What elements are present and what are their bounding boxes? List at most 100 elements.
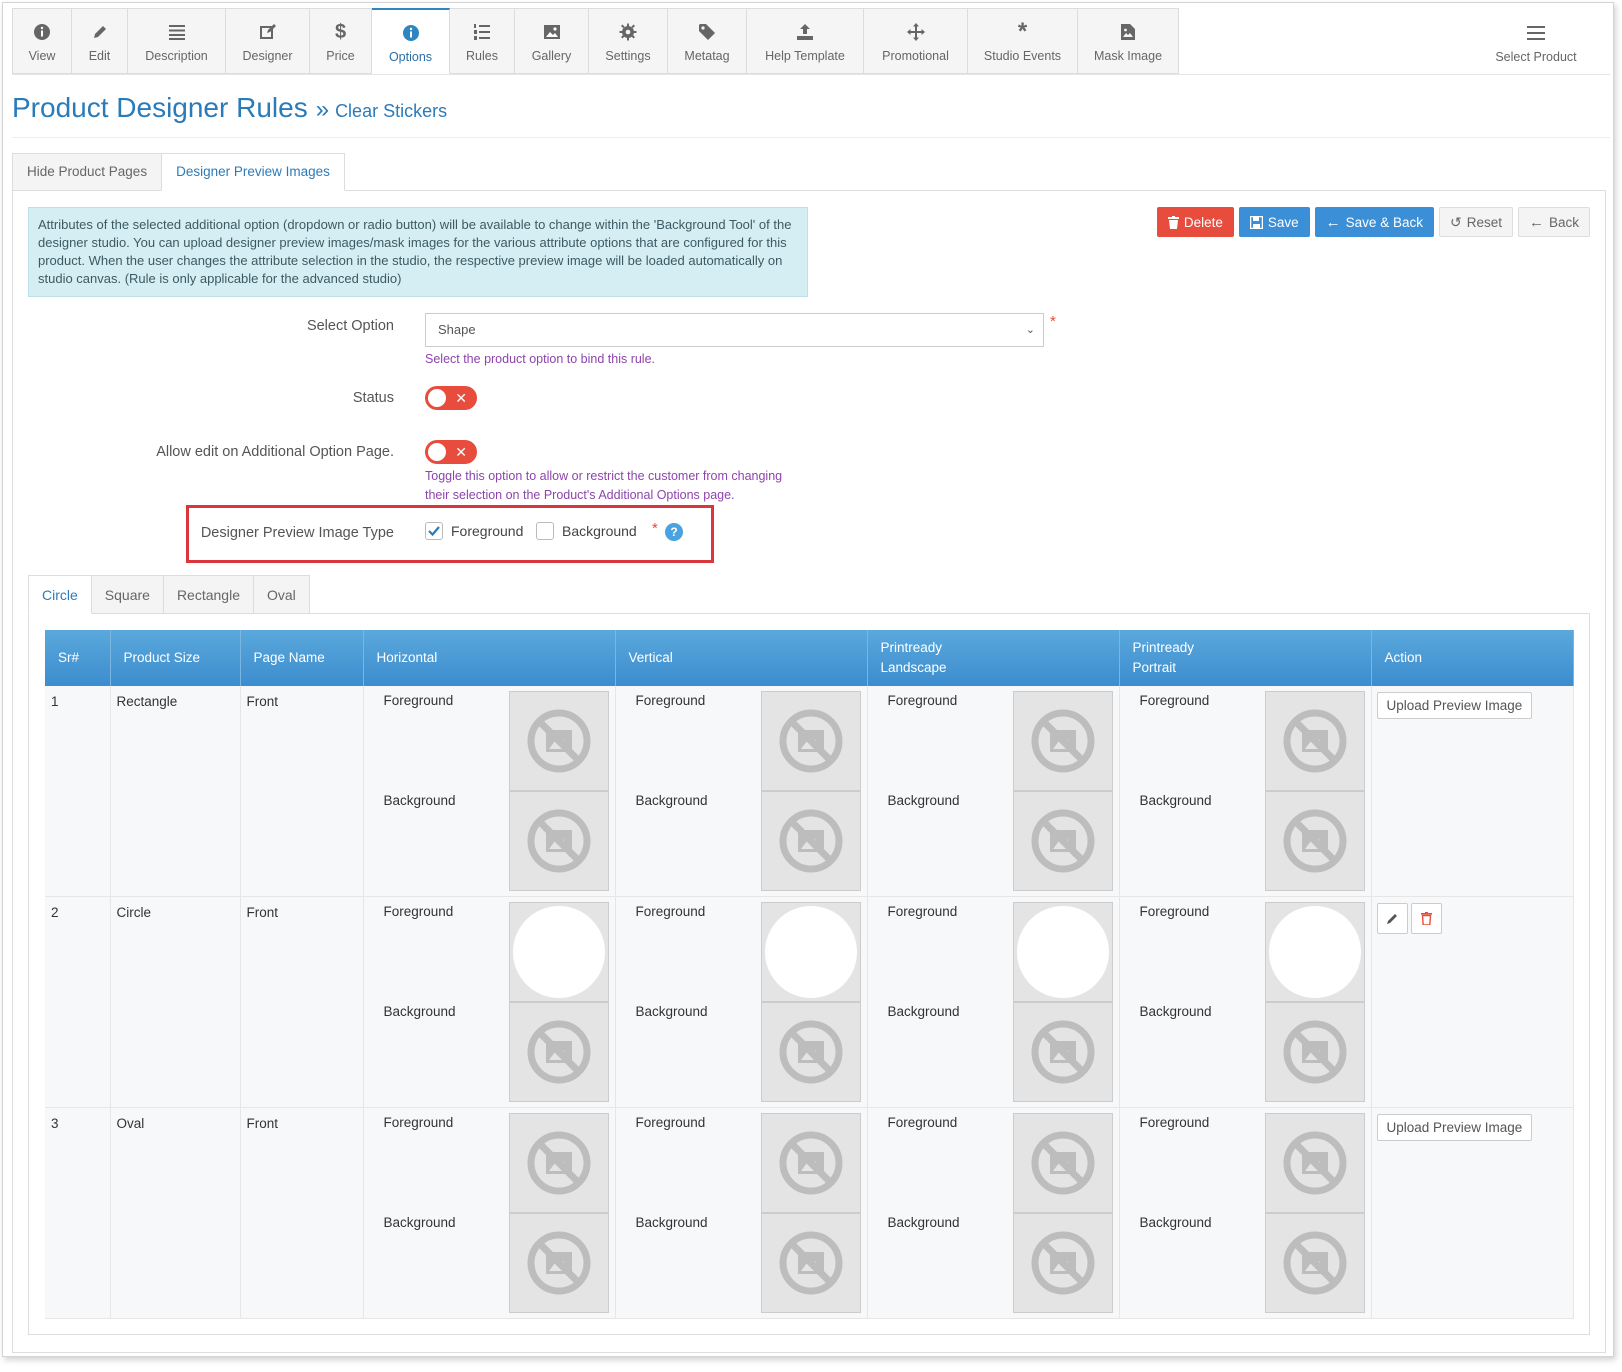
save-button[interactable]: Save (1238, 207, 1310, 237)
toolbar-edit-button[interactable]: Edit (72, 8, 128, 74)
foreground-checkbox[interactable] (425, 522, 443, 540)
tab-oval[interactable]: Oval (252, 575, 310, 614)
info-alert: Attributes of the selected additional op… (28, 207, 808, 297)
foreground-label: Foreground (1139, 1115, 1210, 1130)
toolbar-view-button[interactable]: View (12, 8, 72, 74)
tab-hide-product-pages[interactable]: Hide Product Pages (12, 153, 163, 191)
image-icon (543, 21, 561, 43)
edit-row-button[interactable] (1376, 903, 1408, 934)
no-image-icon (527, 1131, 590, 1195)
checkmark-icon (428, 526, 440, 537)
allow-edit-help: Toggle this option to allow or restrict … (425, 467, 782, 505)
title-separator: » (315, 96, 330, 123)
back-button[interactable]: ← Back (1517, 207, 1590, 237)
toggle-knob (428, 389, 446, 407)
background-placeholder-image[interactable] (760, 791, 861, 891)
toolbar-gallery-button[interactable]: Gallery (515, 8, 589, 74)
allow-edit-toggle[interactable]: ✕ (425, 440, 477, 464)
no-image-icon (1031, 1131, 1094, 1195)
preview-type-label: Designer Preview Image Type (200, 525, 394, 541)
background-label: Background (635, 1004, 708, 1019)
table-row: 1 Rectangle Front Foreground Background Fo… (45, 686, 1574, 897)
toolbar-price-button[interactable]: $ Price (310, 8, 372, 74)
toolbar-label: Options (388, 50, 433, 64)
cell-images: Foreground Background (363, 1107, 616, 1319)
cell-images: Foreground Background (615, 1107, 868, 1319)
toolbar-rules-button[interactable]: Rules (450, 8, 515, 74)
background-placeholder-image[interactable] (1264, 791, 1365, 891)
no-image-icon (527, 809, 590, 873)
toolbar-settings-button[interactable]: Settings (589, 8, 668, 74)
background-label: Background (887, 1004, 960, 1019)
tab-square[interactable]: Square (90, 575, 164, 614)
table-row: 2 Circle Front Foreground Background Foreg… (45, 896, 1574, 1108)
cell-product-size: Rectangle (110, 686, 241, 897)
foreground-label: Foreground (887, 904, 958, 919)
foreground-placeholder-image[interactable] (1264, 691, 1365, 791)
foreground-preview-image[interactable] (1012, 902, 1113, 1002)
toolbar-description-button[interactable]: Description (128, 8, 226, 74)
foreground-placeholder-image[interactable] (760, 691, 861, 791)
foreground-preview-image[interactable] (508, 902, 609, 1002)
cell-page-name: Front (240, 686, 364, 897)
required-mark: * (1050, 313, 1056, 330)
background-placeholder-image[interactable] (1012, 1213, 1113, 1313)
foreground-placeholder-image[interactable] (1012, 691, 1113, 791)
select-option-value: Shape (438, 322, 476, 337)
foreground-placeholder-image[interactable] (1264, 1113, 1365, 1213)
upload-preview-image-button[interactable]: Upload Preview Image (1376, 1114, 1533, 1141)
background-placeholder-image[interactable] (760, 1213, 861, 1313)
foreground-placeholder-image[interactable] (508, 691, 609, 791)
tab-designer-preview-images[interactable]: Designer Preview Images (161, 153, 345, 191)
foreground-placeholder-image[interactable] (1012, 1113, 1113, 1213)
cell-page-name: Front (240, 1107, 364, 1319)
toolbar-studio-events-button[interactable]: * Studio Events (968, 8, 1078, 74)
cell-sr: 1 (45, 686, 111, 897)
background-placeholder-image[interactable] (508, 1213, 609, 1313)
tab-circle[interactable]: Circle (28, 575, 92, 614)
upload-preview-image-button[interactable]: Upload Preview Image (1376, 692, 1533, 719)
delete-row-button[interactable] (1410, 903, 1442, 934)
cell-sr: 2 (45, 896, 111, 1108)
foreground-placeholder-image[interactable] (760, 1113, 861, 1213)
no-image-icon (527, 709, 590, 773)
no-image-icon (1031, 809, 1094, 873)
toolbar-metatag-button[interactable]: Metatag (668, 8, 747, 74)
background-placeholder-image[interactable] (508, 1002, 609, 1102)
background-placeholder-image[interactable] (1264, 1002, 1365, 1102)
toolbar-label: Studio Events (983, 49, 1062, 63)
delete-button[interactable]: Delete (1156, 207, 1234, 237)
foreground-placeholder-image[interactable] (508, 1113, 609, 1213)
toolbar-options-button[interactable]: Options (372, 8, 450, 74)
background-placeholder-image[interactable] (1264, 1213, 1365, 1313)
rule-tabs: Hide Product Pages Designer Preview Imag… (12, 153, 345, 191)
col-header: Printready Portrait (1119, 630, 1372, 686)
toolbar-mask-image-button[interactable]: Mask Image (1078, 8, 1179, 74)
reset-button[interactable]: ↺ Reset (1438, 207, 1513, 237)
foreground-preview-image[interactable] (760, 902, 861, 1002)
foreground-label: Foreground (383, 904, 454, 919)
select-product-button[interactable]: Select Product (1476, 8, 1596, 74)
toolbar-designer-button[interactable]: Designer (226, 8, 310, 74)
no-image-icon (1283, 1131, 1346, 1195)
asterisk-icon: * (1017, 18, 1028, 45)
cell-action (1371, 896, 1574, 1108)
background-checkbox[interactable] (536, 522, 554, 540)
background-label: Background (1139, 1004, 1212, 1019)
background-placeholder-image[interactable] (1012, 1002, 1113, 1102)
save-back-button[interactable]: ← Save & Back (1314, 207, 1434, 237)
background-label: Background (383, 1215, 456, 1230)
sr-value: 2 (51, 905, 59, 920)
background-placeholder-image[interactable] (508, 791, 609, 891)
toolbar-help-template-button[interactable]: Help Template (747, 8, 864, 74)
status-toggle[interactable]: ✕ (425, 386, 477, 410)
background-placeholder-image[interactable] (760, 1002, 861, 1102)
required-mark: * (652, 520, 658, 537)
background-placeholder-image[interactable] (1012, 791, 1113, 891)
toolbar-promotional-button[interactable]: Promotional (864, 8, 968, 74)
foreground-preview-image[interactable] (1264, 902, 1365, 1002)
help-icon[interactable]: ? (665, 523, 683, 541)
select-product-label: Select Product (1495, 50, 1577, 64)
select-option-dropdown[interactable]: Shape ⌄ (425, 313, 1044, 347)
tab-rectangle[interactable]: Rectangle (162, 575, 254, 614)
